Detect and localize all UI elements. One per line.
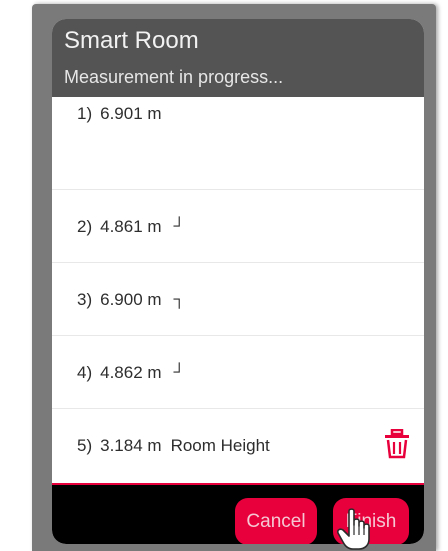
measurement-value: 6.900 m bbox=[100, 289, 162, 309]
measurement-list: 1) 6.901 m 2) 4.861 m ┘ 3) 6.900 m ┐ 4) … bbox=[52, 104, 424, 482]
corner-bottom-right-icon: ┘ bbox=[173, 217, 185, 235]
measurement-row-3[interactable]: 3) 6.900 m ┐ bbox=[52, 263, 424, 336]
measurement-row-2[interactable]: 2) 4.861 m ┘ bbox=[52, 190, 424, 263]
hand-pointer-icon bbox=[337, 508, 370, 550]
measurement-index: 3) bbox=[77, 289, 93, 309]
measurement-index: 5) bbox=[77, 435, 93, 455]
dialog-title: Smart Room bbox=[64, 27, 199, 54]
measurement-index: 2) bbox=[77, 216, 93, 236]
smart-room-dialog: Smart Room Measurement in progress... 1)… bbox=[52, 19, 424, 544]
measurement-value: 3.184 m bbox=[100, 435, 162, 455]
measurement-index: 1) bbox=[77, 103, 93, 123]
measurement-value: 4.862 m bbox=[100, 362, 162, 382]
measurement-row-4[interactable]: 4) 4.862 m ┘ bbox=[52, 336, 424, 409]
screen: Smart Room Measurement in progress... 1)… bbox=[0, 0, 448, 551]
measurement-label: Room Height bbox=[170, 435, 270, 455]
measurement-index: 4) bbox=[77, 362, 93, 382]
measurement-value: 6.901 m bbox=[100, 103, 162, 123]
measurement-row-5[interactable]: 5) 3.184 m Room Height bbox=[52, 409, 424, 482]
corner-top-right-icon: ┐ bbox=[173, 290, 185, 308]
measurement-value: 4.861 m bbox=[100, 216, 162, 236]
trash-icon[interactable] bbox=[384, 429, 410, 459]
corner-bottom-right-icon: ┘ bbox=[173, 363, 185, 381]
measurement-row-1[interactable]: 1) 6.901 m bbox=[52, 104, 424, 190]
cancel-button[interactable]: Cancel bbox=[235, 498, 317, 544]
